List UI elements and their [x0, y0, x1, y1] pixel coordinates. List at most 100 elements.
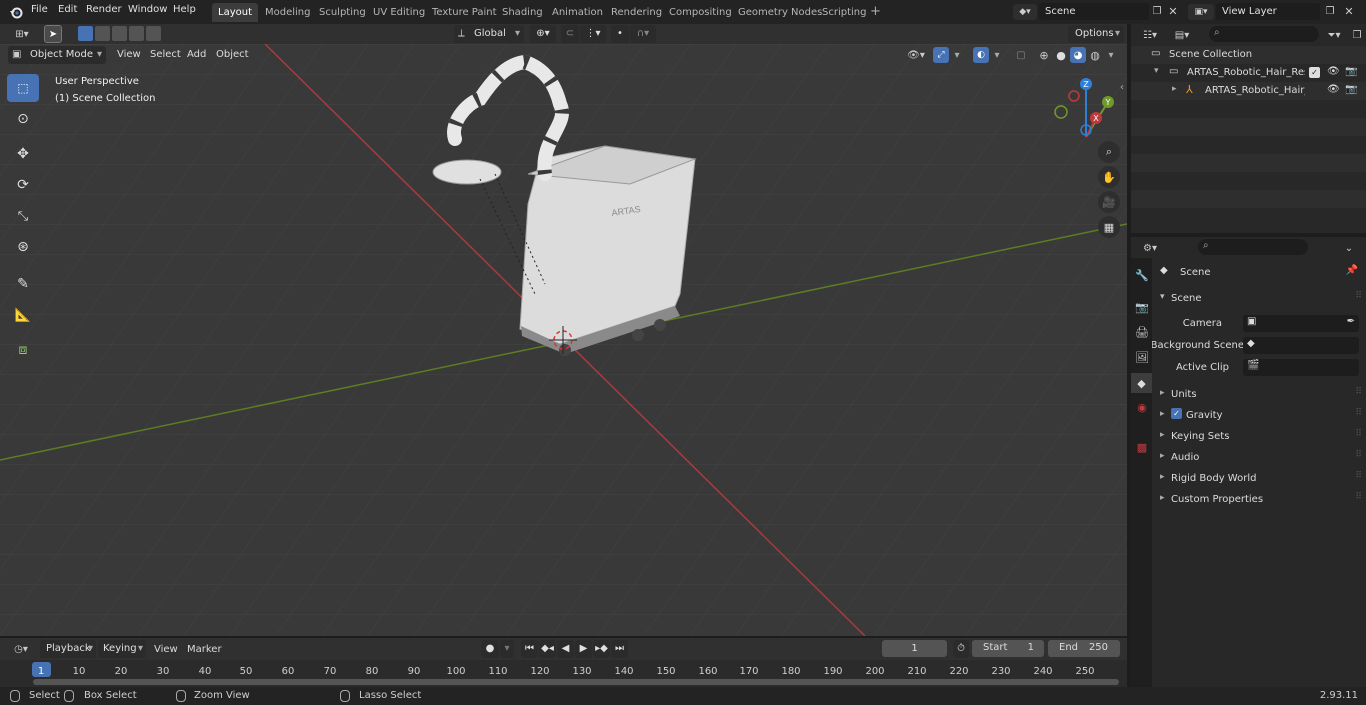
rotate-tool[interactable]: ⟳	[7, 171, 39, 199]
jump-keyframe-forward-icon[interactable]: ▸◆	[593, 640, 610, 658]
shading-rendered-icon[interactable]: ◍	[1087, 47, 1103, 63]
options-dropdown[interactable]: Options ▾	[1068, 25, 1124, 43]
end-frame-field[interactable]: End 250	[1048, 640, 1120, 657]
expand-arrow-icon[interactable]: ▾	[1154, 66, 1159, 76]
pin-icon[interactable]: 📌	[1346, 265, 1358, 276]
menu-edit[interactable]: Edit	[58, 4, 77, 15]
editor-type-icon[interactable]: ⊞▾	[8, 26, 36, 42]
annotate-tool[interactable]: ✎	[7, 270, 39, 298]
select-extend-icon[interactable]	[95, 26, 110, 41]
camera-icon[interactable]: 📷	[1345, 66, 1357, 77]
render-tab-icon[interactable]: 📷	[1133, 298, 1151, 316]
scene-selector-icon[interactable]: ◆▾	[1013, 4, 1037, 20]
preview-range-icon[interactable]: ⏱	[953, 640, 969, 658]
scene-name-field[interactable]: Scene	[1039, 3, 1149, 20]
current-frame-field[interactable]: 1	[882, 640, 947, 657]
select-intersect-icon[interactable]	[146, 26, 161, 41]
zoom-icon[interactable]: ⌕	[1098, 141, 1120, 163]
tab-shading[interactable]: Shading	[496, 3, 549, 22]
display-mode-icon[interactable]: ▤▾	[1169, 27, 1195, 43]
shading-wireframe-icon[interactable]: ⊕	[1036, 47, 1052, 63]
transform-orientation-dropdown[interactable]: ⟂ Global ▾	[454, 25, 524, 43]
shading-solid-icon[interactable]: ●	[1053, 47, 1069, 63]
tab-sculpting[interactable]: Sculpting	[313, 3, 372, 22]
cursor-tool[interactable]: ⊙	[7, 105, 39, 133]
outliner-row-collection[interactable]: ▾ ▭ ARTAS_Robotic_Hair_Restora ✓ 👁 📷	[1131, 64, 1366, 82]
scale-tool[interactable]: ⤡	[7, 202, 39, 230]
menu-window[interactable]: Window	[128, 4, 167, 15]
drag-handle-icon[interactable]: ⠿	[1355, 408, 1362, 418]
measure-tool[interactable]: 📐	[7, 301, 39, 329]
gravity-checkbox[interactable]: ✓	[1171, 408, 1182, 419]
record-keyframe-icon[interactable]: ●	[481, 640, 499, 658]
delete-scene-icon[interactable]: ✕	[1166, 3, 1180, 20]
transform-tool[interactable]: ⊛	[7, 233, 39, 261]
tab-uv-editing[interactable]: UV Editing	[367, 3, 431, 22]
menu-help[interactable]: Help	[173, 4, 196, 15]
filter-icon[interactable]: ⏷▾	[1321, 27, 1347, 43]
panel-gravity[interactable]: ▸ ✓ Gravity ⠿	[1153, 405, 1366, 425]
menu-view[interactable]: View	[117, 49, 141, 60]
auto-key-dropdown-icon[interactable]: ▾	[500, 640, 514, 658]
properties-search-input[interactable]: ⌕	[1198, 239, 1308, 255]
outliner-row-object[interactable]: ▸ ⅄ ARTAS_Robotic_Hair_Res 👁 📷	[1131, 82, 1366, 100]
panel-keying-sets[interactable]: ▸ Keying Sets ⠿	[1153, 426, 1366, 446]
camera-field[interactable]: ▣ ✒	[1243, 315, 1359, 332]
snap-toggle-icon[interactable]: ⊂	[561, 25, 579, 43]
keying-dropdown[interactable]: Keying ▾	[98, 640, 146, 658]
sidebar-toggle-icon[interactable]: ‹	[1117, 80, 1127, 94]
shading-material-icon[interactable]: ◕	[1070, 47, 1086, 63]
gizmo-toggle-icon[interactable]: ⤢	[933, 47, 949, 63]
play-reverse-icon[interactable]: ◀	[557, 640, 574, 658]
falloff-icon[interactable]: ∩▾	[630, 25, 656, 43]
select-subtract-icon[interactable]	[112, 26, 127, 41]
perspective-toggle-icon[interactable]: ▦	[1098, 216, 1120, 238]
timeline-scrollbar[interactable]	[33, 679, 1119, 685]
eyedropper-icon[interactable]: ✒	[1347, 316, 1355, 327]
overlay-toggle-icon[interactable]: ◐	[973, 47, 989, 63]
move-tool[interactable]: ✥	[7, 140, 39, 168]
jump-end-icon[interactable]: ⏭	[611, 640, 628, 658]
eye-icon[interactable]: 👁	[1327, 66, 1340, 77]
new-view-layer-icon[interactable]: ❐	[1322, 3, 1338, 20]
select-invert-icon[interactable]	[129, 26, 144, 41]
menu-select[interactable]: Select	[150, 49, 181, 60]
output-tab-icon[interactable]: 🖨	[1133, 323, 1151, 341]
tab-modeling[interactable]: Modeling	[259, 3, 317, 22]
add-cube-tool[interactable]: ⧈	[7, 336, 39, 364]
menu-object[interactable]: Object	[216, 49, 249, 60]
panel-custom-properties[interactable]: ▸ Custom Properties ⠿	[1153, 489, 1366, 509]
visibility-filter-icon[interactable]: 👁▾	[903, 47, 929, 63]
tab-animation[interactable]: Animation	[546, 3, 609, 22]
eye-icon[interactable]: 👁	[1327, 84, 1340, 95]
panel-units[interactable]: ▸ Units ⠿	[1153, 384, 1366, 404]
drag-handle-icon[interactable]: ⠿	[1355, 387, 1362, 397]
menu-file[interactable]: File	[31, 4, 48, 15]
menu-render[interactable]: Render	[86, 4, 122, 15]
jump-start-icon[interactable]: ⏮	[521, 640, 538, 658]
tab-compositing[interactable]: Compositing	[663, 3, 738, 22]
add-workspace-icon[interactable]: +	[870, 4, 881, 19]
play-icon[interactable]: ▶	[575, 640, 592, 658]
camera-view-icon[interactable]: 🎥	[1098, 191, 1120, 213]
properties-editor-icon[interactable]: ⚙▾	[1137, 240, 1163, 256]
tool-tab-icon[interactable]: 🔧	[1133, 266, 1151, 284]
checkbox-icon[interactable]: ✓	[1309, 67, 1320, 78]
drag-handle-icon[interactable]: ⠿	[1355, 291, 1362, 301]
start-frame-field[interactable]: Start 1	[972, 640, 1044, 657]
pivot-point-icon[interactable]: ⊕▾	[530, 25, 556, 43]
new-collection-icon[interactable]: ❐	[1349, 27, 1365, 43]
texture-tab-icon[interactable]: ▩	[1133, 438, 1151, 456]
shading-dropdown-icon[interactable]: ▾	[1105, 47, 1117, 63]
camera-icon[interactable]: 📷	[1345, 84, 1357, 95]
view-layer-field[interactable]: View Layer	[1216, 3, 1320, 20]
active-clip-field[interactable]: 🎬	[1243, 359, 1359, 376]
view-layer-selector-icon[interactable]: ▣▾	[1188, 4, 1214, 20]
world-tab-icon[interactable]: ◉	[1133, 398, 1151, 416]
xray-toggle-icon[interactable]: ▢	[1013, 47, 1029, 63]
overlay-dropdown-icon[interactable]: ▾	[991, 47, 1003, 63]
scene-tab-icon[interactable]: ◆	[1131, 373, 1152, 393]
jump-keyframe-back-icon[interactable]: ◆◂	[539, 640, 556, 658]
panel-rigid-body-world[interactable]: ▸ Rigid Body World ⠿	[1153, 468, 1366, 488]
timeline-menu-marker[interactable]: Marker	[187, 644, 222, 655]
